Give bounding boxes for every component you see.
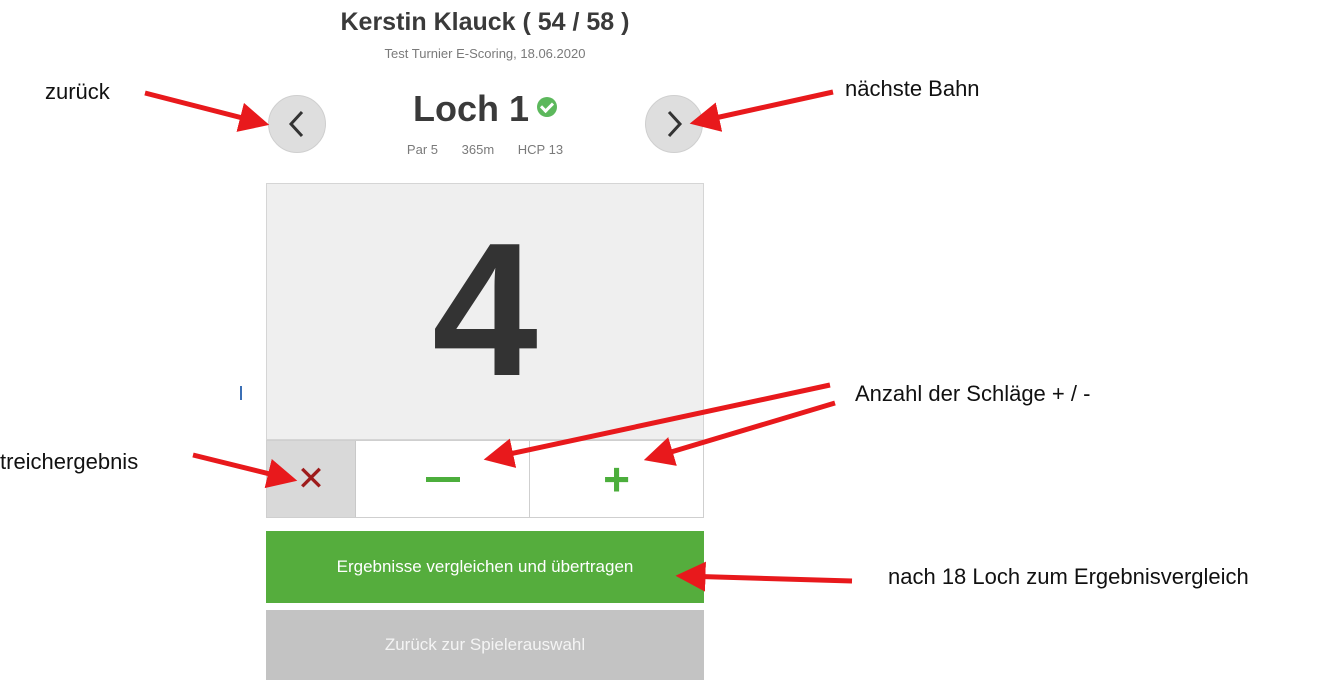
arrow-zurueck bbox=[144, 90, 270, 132]
arrow-naechste-bahn bbox=[689, 89, 834, 132]
arrow-compare bbox=[675, 561, 853, 592]
annotation-arrows bbox=[144, 89, 853, 592]
arrow-increase bbox=[643, 400, 836, 466]
arrow-strike bbox=[192, 452, 298, 489]
